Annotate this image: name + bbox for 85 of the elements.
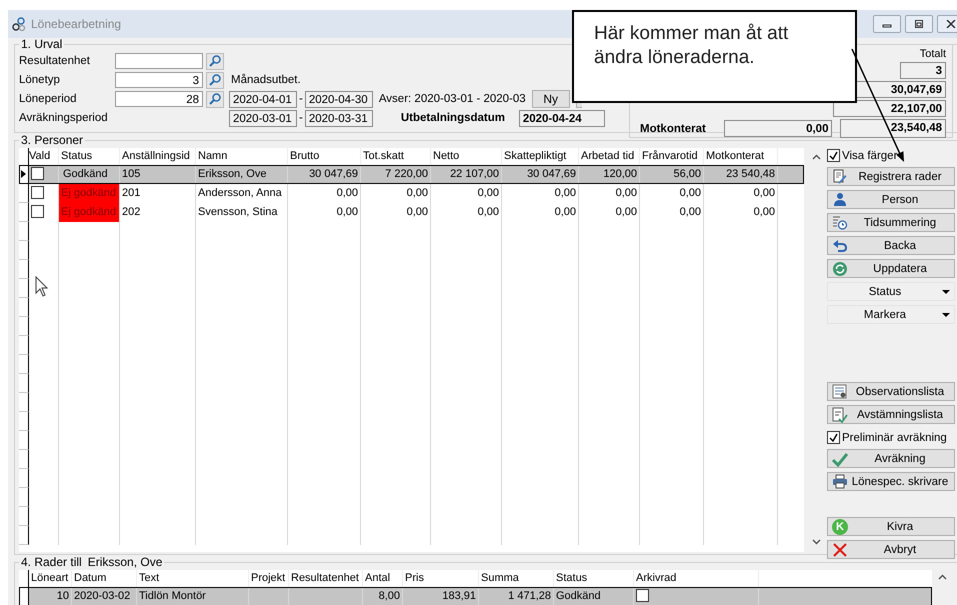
total-value: 23,540,48	[840, 119, 946, 138]
table-cell: Svensson, Stina	[196, 203, 288, 222]
table-cell: Ej godkänd	[59, 184, 120, 203]
logo-badge: K	[832, 518, 848, 534]
input-field[interactable]: 2020-03-01	[229, 110, 297, 126]
table-row[interactable]: Ej godkänd 202 Svensson, Stina 0,00 0,00 0,00 0,00 0,00 0,00 0,00	[19, 203, 804, 222]
type-description: Månadsutbet.	[231, 74, 301, 86]
table-cell: 0,00	[361, 184, 431, 203]
dropdown-button[interactable]: Status	[827, 282, 955, 301]
table-cell: 183,91	[403, 587, 479, 605]
range-dash: -	[299, 112, 303, 124]
action-button[interactable]: Tidsummering	[827, 213, 955, 232]
total-count: 3	[900, 62, 946, 79]
table-cell: 202	[120, 203, 196, 222]
annotation-tooltip: Här kommer man åt att ändra löneraderna.	[572, 10, 857, 103]
table-cell: 56,00	[640, 165, 704, 184]
table-row[interactable]: Ej godkänd 201 Andersson, Anna 0,00 0,00 0,00 0,00 0,00 0,00 0,00	[19, 184, 804, 203]
table-cell: 0,00	[431, 184, 502, 203]
table-row[interactable]: 10 2020-03-02 Tidlön Montör 8,00 183,91 1 471,28 Godkänd	[19, 587, 932, 605]
checkbox-label: Visa färger	[842, 150, 898, 162]
table-cell: 201	[120, 184, 196, 203]
action-button[interactable]: Avräkning	[827, 449, 955, 468]
table-cell: Godkänd	[554, 587, 634, 605]
dropdown-button[interactable]: Markera	[827, 305, 955, 324]
total-value: 22,107,00	[833, 100, 946, 117]
action-button[interactable]: Lönespec. skrivare	[827, 472, 955, 491]
input-field[interactable]: 2020-04-24	[518, 110, 605, 126]
input-field[interactable]: 2020-04-30	[304, 90, 373, 108]
totals-heading: Totalt	[920, 49, 946, 60]
checkbox-label: Preliminär avräkning	[842, 432, 947, 444]
action-button[interactable]: Avbryt	[827, 540, 955, 559]
action-button[interactable]: Observationslista	[827, 382, 955, 401]
field-label: Lönetyp	[19, 74, 61, 86]
field-label: Resultatenhet	[19, 55, 91, 67]
table-cell: 22 107,00	[431, 165, 502, 184]
table-cell: 0,00	[288, 184, 361, 203]
table-cell: 120,00	[579, 165, 640, 184]
action-button[interactable]: Backa	[827, 236, 955, 255]
action-button[interactable]: Registrera rader	[827, 167, 955, 186]
action-button[interactable]: Uppdatera	[827, 259, 955, 278]
input-field[interactable]: 2020-03-31	[304, 110, 373, 126]
range-dash: -	[299, 93, 303, 105]
table-cell: 10	[29, 587, 72, 605]
table-cell: 0,00	[502, 184, 579, 203]
table-cell: 23 540,48	[704, 165, 778, 184]
section-title: 1. Urval	[20, 38, 64, 50]
section-title: 3. Personer	[20, 134, 84, 146]
field-label: Utbetalningsdatum	[400, 112, 506, 124]
table-cell: 30 047,69	[288, 165, 361, 184]
table-cell: 0,00	[361, 203, 431, 222]
table-row[interactable]: Godkänd 105 Eriksson, Ove 30 047,69 7 220,00 22 107,00 30 047,69 120,00 56,00 23 540,48	[19, 165, 804, 184]
table-cell: Tidlön Montör	[137, 587, 249, 605]
action-button[interactable]: Avstämningslista	[827, 405, 955, 424]
table-cell: 2020-03-02	[72, 587, 137, 605]
person-name: Eriksson, Ove	[88, 556, 162, 568]
section-title: 4. Rader till	[21, 556, 82, 568]
table-cell: 0,00	[502, 203, 579, 222]
table-cell: 0,00	[431, 203, 502, 222]
table-cell: 0,00	[579, 184, 640, 203]
table-cell: 0,00	[288, 203, 361, 222]
field-label: Löneperiod	[19, 93, 78, 105]
table-cell: 1 471,28	[479, 587, 554, 605]
window-title: Lönebearbetning	[31, 17, 122, 31]
input-field[interactable]: 2020-04-01	[229, 90, 297, 108]
new-button[interactable]: Ny	[532, 90, 570, 108]
table-cell: 0,00	[704, 184, 778, 203]
table-cell: 8,00	[363, 587, 403, 605]
input-field[interactable]: 3	[115, 72, 203, 88]
input-field[interactable]: 28	[115, 91, 203, 107]
table-cell: Eriksson, Ove	[196, 165, 288, 184]
table-cell: Ej godkänd	[59, 203, 120, 222]
table-cell: 0,00	[640, 184, 704, 203]
field-label: Motkonterat	[640, 122, 707, 134]
table-cell: 0,00	[579, 203, 640, 222]
table-cell: 0,00	[640, 203, 704, 222]
table-cell: 30 047,69	[502, 165, 579, 184]
action-button[interactable]: Person	[827, 190, 955, 209]
action-button[interactable]: K Kivra	[827, 517, 955, 536]
period-note: Avser: 2020-03-01 - 2020-03	[378, 93, 526, 105]
table-cell: 7 220,00	[361, 165, 431, 184]
table-cell: Andersson, Anna	[196, 184, 288, 203]
field-label: Avräkningsperiod	[19, 112, 109, 124]
table-cell: 105	[120, 165, 196, 184]
motkonterat-value: 0,00	[724, 120, 832, 137]
table-cell: 0,00	[704, 203, 778, 222]
